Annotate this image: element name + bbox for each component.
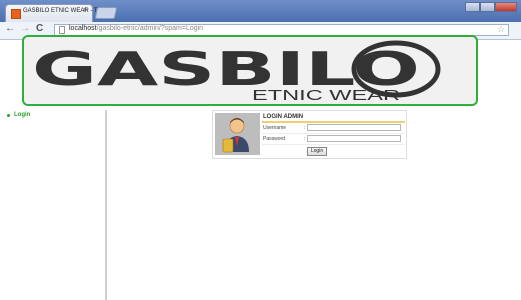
admin-avatar-icon xyxy=(222,118,249,153)
star-icon[interactable]: ☆ xyxy=(497,24,505,35)
login-button[interactable]: Login xyxy=(307,147,327,156)
browser-titlebar: GASBILO ETNIC WEAR - T × xyxy=(0,0,521,22)
url-text: localhost/gasbilo-etnic/admin/?spam=Logi… xyxy=(69,25,203,32)
avatar xyxy=(215,113,260,155)
login-title: LOGIN ADMIN xyxy=(263,114,304,120)
row-divider xyxy=(262,144,405,145)
url-path: /gasbilo-etnic/admin/?spam=Login xyxy=(96,25,204,32)
page-icon xyxy=(59,26,65,34)
tab-close-button[interactable]: × xyxy=(83,7,87,14)
username-label: Username xyxy=(263,125,287,131)
username-colon: : xyxy=(304,125,306,131)
minimize-button[interactable] xyxy=(465,2,480,12)
login-panel: LOGIN ADMIN Username : Password : Login xyxy=(212,110,407,159)
password-input[interactable] xyxy=(307,135,401,142)
row-divider xyxy=(262,133,405,134)
reload-icon[interactable]: C xyxy=(36,23,43,34)
logo-sub-text: ETNIC WEAR xyxy=(252,87,400,104)
password-label: Password xyxy=(263,136,285,142)
site-banner: GASBILO ETNIC WEAR xyxy=(22,35,478,106)
sidebar: Login xyxy=(0,110,107,300)
brand-logo: GASBILO ETNIC WEAR xyxy=(32,40,441,104)
window-close-button[interactable] xyxy=(495,2,517,12)
bullet-icon xyxy=(7,114,10,117)
title-divider xyxy=(262,121,405,123)
window-controls xyxy=(465,2,517,12)
url-host: localhost xyxy=(69,25,97,32)
forward-icon[interactable]: → xyxy=(20,23,30,34)
password-colon: : xyxy=(304,136,306,142)
new-tab-button[interactable] xyxy=(94,7,118,19)
sidebar-item-login[interactable]: Login xyxy=(14,112,30,118)
browser-tab[interactable]: GASBILO ETNIC WEAR - T × xyxy=(5,4,98,22)
favicon-icon xyxy=(11,9,21,19)
back-icon[interactable]: ← xyxy=(5,23,15,34)
username-input[interactable] xyxy=(307,124,401,131)
maximize-button[interactable] xyxy=(480,2,495,12)
